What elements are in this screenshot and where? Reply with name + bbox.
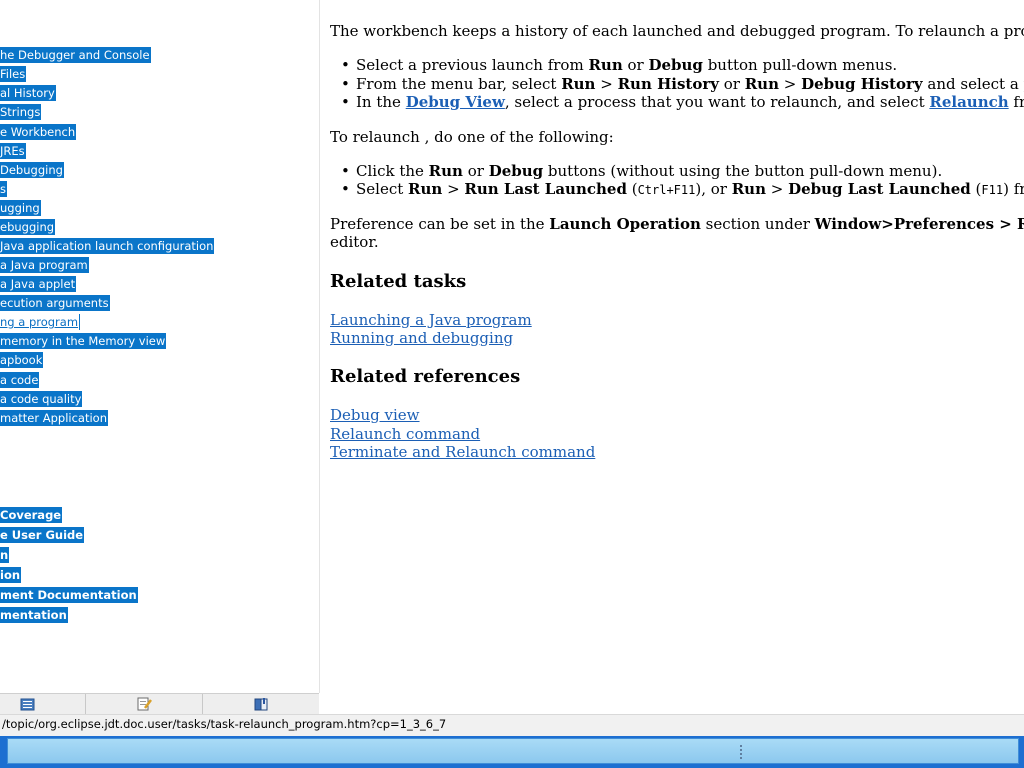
shortcut-key: F11 <box>981 183 1004 197</box>
preference-paragraph-end: editor. <box>330 233 379 251</box>
tab-search-results[interactable] <box>85 694 203 715</box>
toc-item[interactable]: Java application launch configuration <box>0 238 215 254</box>
taskbar <box>0 736 1024 768</box>
list-item: From the menu bar, select Run > Run Hist… <box>341 75 1024 94</box>
taskbar-button[interactable] <box>7 738 1019 764</box>
list-item: Select a previous launch from Run or Deb… <box>341 56 897 75</box>
tab-bookmarks[interactable] <box>202 694 320 715</box>
toc-item[interactable]: a code <box>0 372 40 388</box>
taskbar-grip[interactable] <box>740 745 744 759</box>
list-item: Click the Run or Debug buttons (without … <box>341 162 942 181</box>
toc-item[interactable]: Debugging <box>0 162 64 178</box>
relaunch-intro: To relaunch , do one of the following: <box>330 128 614 146</box>
preference-paragraph: Preference can be set in the Launch Oper… <box>330 215 1024 233</box>
bookmarks-icon <box>254 698 268 711</box>
toc-book[interactable]: ion <box>0 567 22 583</box>
toc-item[interactable]: matter Application <box>0 410 108 426</box>
toc-item[interactable]: Strings <box>0 104 42 120</box>
related-task-link[interactable]: Launching a Java program <box>330 311 532 329</box>
status-url: /topic/org.eclipse.jdt.doc.user/tasks/ta… <box>2 717 447 731</box>
help-content: The workbench keeps a history of each la… <box>330 0 1024 714</box>
toc-item[interactable]: JREs <box>0 143 26 159</box>
toc-item[interactable]: a Java program <box>0 257 89 273</box>
toc-item[interactable]: apbook <box>0 352 44 368</box>
toc-item[interactable]: memory in the Memory view <box>0 333 167 349</box>
toc-book[interactable]: Coverage <box>0 507 63 523</box>
status-bar: /topic/org.eclipse.jdt.doc.user/tasks/ta… <box>0 714 1024 736</box>
toc-item[interactable]: s <box>0 181 7 197</box>
toc-item-current[interactable]: ng a program <box>0 314 81 330</box>
related-reference-link[interactable]: Debug view <box>330 406 420 424</box>
toc-tab-bar <box>0 693 319 715</box>
toc-item[interactable]: ebugging <box>0 219 56 235</box>
related-references-heading: Related references <box>330 366 521 387</box>
toc-book[interactable]: mentation <box>0 607 68 623</box>
toc-panel: he Debugger and Console Files al History… <box>0 0 320 693</box>
related-reference-link[interactable]: Terminate and Relaunch command <box>330 443 595 461</box>
list-item: Select Run > Run Last Launched (Ctrl+F11… <box>341 180 1024 200</box>
search-results-icon <box>137 697 152 711</box>
debug-view-link[interactable]: Debug View <box>406 93 505 111</box>
toc-book[interactable]: e User Guide <box>0 527 85 543</box>
toc-item[interactable]: a Java applet <box>0 276 77 292</box>
toc-item[interactable]: ecution arguments <box>0 295 110 311</box>
related-task-link[interactable]: Running and debugging <box>330 329 513 347</box>
toc-item[interactable]: he Debugger and Console <box>0 47 151 63</box>
tab-contents[interactable] <box>0 694 85 715</box>
toc-book[interactable]: ment Documentation <box>0 587 138 603</box>
toc-item[interactable]: al History <box>0 85 56 101</box>
intro-paragraph: The workbench keeps a history of each la… <box>330 22 1024 40</box>
relaunch-link[interactable]: Relaunch <box>929 93 1008 111</box>
toc-item[interactable]: Files <box>0 66 27 82</box>
toc-book[interactable]: n <box>0 547 10 563</box>
toc-item[interactable]: e Workbench <box>0 124 77 140</box>
list-item: In the Debug View, select a process that… <box>341 93 1024 112</box>
related-reference-link[interactable]: Relaunch command <box>330 425 480 443</box>
toc-item[interactable]: ugging <box>0 200 41 216</box>
contents-icon <box>20 698 35 711</box>
shortcut-key: Ctrl+F11 <box>637 183 696 197</box>
toc-item[interactable]: a code quality <box>0 391 83 407</box>
related-tasks-heading: Related tasks <box>330 271 467 292</box>
